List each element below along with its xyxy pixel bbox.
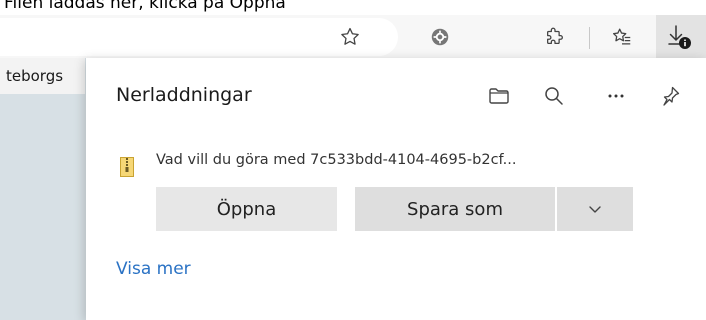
- favorites-button[interactable]: [602, 15, 642, 58]
- star-icon: [341, 27, 359, 45]
- browser-toolbar: [0, 15, 706, 58]
- extension-badge-icon: [431, 28, 449, 45]
- downloads-button[interactable]: [656, 15, 706, 58]
- open-button[interactable]: Öppna: [156, 187, 337, 231]
- puzzle-icon: [547, 27, 563, 44]
- search-icon: [545, 87, 563, 105]
- folder-icon: [489, 88, 509, 104]
- search-downloads-button[interactable]: [538, 80, 570, 112]
- favorite-star-button[interactable]: [330, 15, 370, 58]
- open-folder-button[interactable]: [483, 80, 515, 112]
- show-more-link[interactable]: Visa mer: [116, 259, 191, 279]
- downloads-title: Nerladdningar: [116, 84, 252, 106]
- download-prompt: Vad vill du göra med 7c533bdd-4104-4695-…: [156, 152, 517, 168]
- toolbar-separator: [589, 27, 590, 49]
- downloads-panel: Nerladdningar Vad vill du göra med 7c533…: [86, 58, 706, 320]
- page-background: [0, 58, 85, 320]
- extension-button[interactable]: [420, 15, 460, 58]
- save-as-dropdown-button[interactable]: [557, 187, 633, 231]
- more-options-button[interactable]: [600, 80, 632, 112]
- pin-icon: [663, 86, 680, 106]
- save-as-button[interactable]: Spara som: [355, 187, 555, 231]
- more-icon: [608, 94, 624, 98]
- zip-file-icon: [120, 157, 134, 177]
- extensions-button[interactable]: [535, 15, 575, 58]
- chevron-down-icon: [589, 206, 601, 213]
- download-icon: [668, 25, 691, 49]
- pin-button[interactable]: [654, 80, 686, 112]
- page-tab[interactable]: teborgs: [0, 58, 85, 94]
- favorites-icon: [613, 28, 631, 45]
- instruction-caption: Filen laddas ner, klicka på Öppna: [0, 0, 706, 15]
